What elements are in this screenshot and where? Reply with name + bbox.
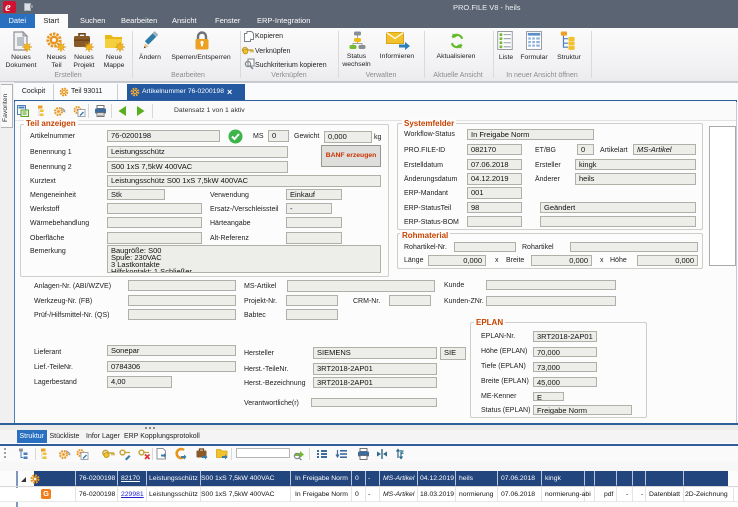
- svg-text:z: z: [401, 450, 404, 456]
